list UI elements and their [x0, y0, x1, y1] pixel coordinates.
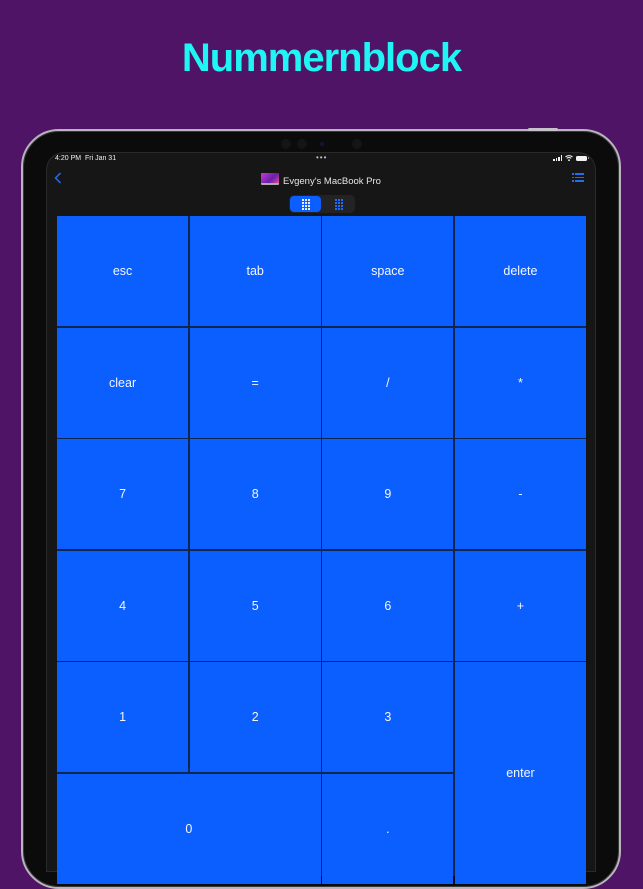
key-divide[interactable]: / [322, 327, 454, 438]
camera-lens [320, 142, 324, 146]
key-7[interactable]: 7 [57, 439, 189, 549]
status-indicators [553, 155, 589, 161]
sensor [281, 139, 291, 149]
time: 4:20 PM [55, 155, 82, 162]
key-multiply[interactable]: * [454, 327, 586, 438]
numpad-grid-icon [301, 198, 310, 210]
cellular-signal-icon [553, 155, 562, 161]
list-icon-line [572, 180, 584, 182]
key-5[interactable]: 5 [189, 550, 321, 661]
key-esc[interactable]: esc [57, 216, 189, 326]
key-enter[interactable]: enter [454, 662, 586, 884]
device-title: Evgeny's MacBook Pro [47, 173, 595, 187]
volume-button [528, 128, 558, 131]
key-3[interactable]: 3 [322, 662, 454, 772]
key-1[interactable]: 1 [57, 662, 189, 772]
key-equals[interactable]: = [189, 327, 321, 438]
key-2[interactable]: 2 [189, 662, 321, 772]
sensor [352, 139, 362, 149]
layout-grid-icon [334, 198, 343, 210]
key-4[interactable]: 4 [57, 550, 189, 661]
sensor [297, 139, 307, 149]
macbook-icon [261, 173, 280, 185]
key-9[interactable]: 9 [322, 439, 454, 549]
wifi-icon [565, 155, 573, 161]
numeric-keypad: esc tab space delete clear = / * 7 8 9 -… [57, 216, 586, 884]
key-6[interactable]: 6 [322, 550, 454, 661]
key-8[interactable]: 8 [189, 439, 321, 549]
promo-title: Nummernblock [181, 36, 462, 80]
key-delete[interactable]: delete [454, 216, 586, 326]
list-icon-line [572, 176, 584, 178]
key-plus[interactable]: + [454, 550, 586, 661]
segment-other-layout[interactable] [323, 196, 354, 212]
mode-segmented-control [289, 195, 355, 213]
key-space[interactable]: space [322, 216, 454, 326]
date: Fri Jan 31 [84, 155, 117, 162]
device-name: Evgeny's MacBook Pro [283, 176, 381, 187]
key-0[interactable]: 0 [57, 773, 321, 884]
key-decimal[interactable]: . [322, 773, 454, 884]
status-bar: 4:20 PM Fri Jan 31 ••• [47, 153, 595, 167]
key-clear[interactable]: clear [57, 327, 189, 438]
status-time: 4:20 PM Fri Jan 31 [55, 155, 116, 162]
key-minus[interactable]: - [454, 439, 586, 549]
segment-numpad[interactable] [290, 196, 321, 212]
multitask-dots[interactable]: ••• [316, 153, 327, 162]
list-icon-line [572, 173, 584, 175]
battery-icon [576, 155, 589, 161]
key-tab[interactable]: tab [189, 216, 321, 326]
menu-button[interactable] [572, 173, 584, 183]
